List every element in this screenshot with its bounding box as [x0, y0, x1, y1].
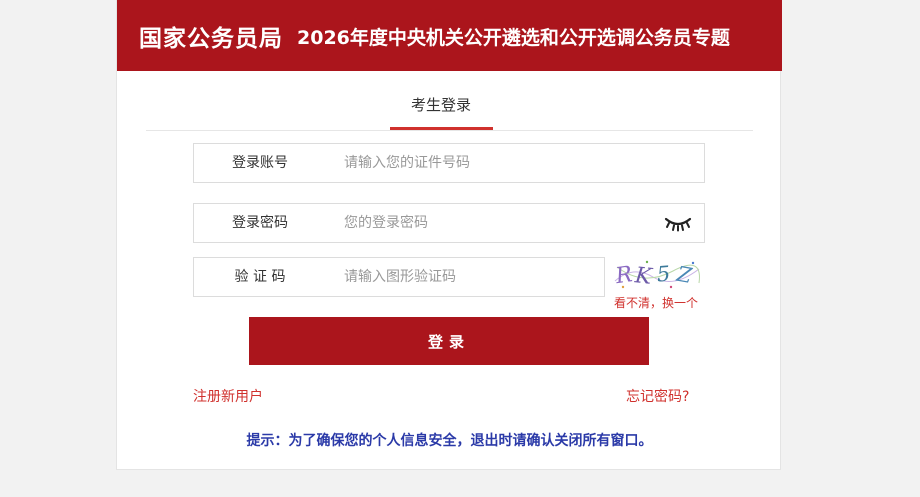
password-field: 登录密码: [193, 203, 705, 243]
captcha-field: 验 证 码: [193, 257, 605, 297]
captcha-refresh-link[interactable]: 看不清，换一个: [614, 294, 698, 311]
security-tip: 提示：为了确保您的个人信息安全，退出时请确认关闭所有窗口。: [246, 433, 653, 449]
tab-divider: [146, 130, 753, 131]
brand-title: 国家公务员局: [139, 26, 283, 52]
register-link[interactable]: 注册新用户: [193, 386, 263, 406]
eye-closed-icon[interactable]: [664, 214, 692, 232]
captcha-input[interactable]: [344, 258, 594, 296]
forgot-password-link[interactable]: 忘记密码?: [626, 386, 689, 406]
header-banner: 国家公务员局 2026年度中央机关公开遴选和公开选调公务员专题: [117, 0, 782, 71]
captcha-image[interactable]: R K 5 Z: [613, 257, 701, 291]
password-input[interactable]: [344, 204, 644, 242]
password-label: 登录密码: [232, 215, 288, 231]
account-label: 登录账号: [232, 155, 288, 171]
login-button[interactable]: 登录: [249, 317, 649, 365]
login-panel: 国家公务员局 2026年度中央机关公开遴选和公开选调公务员专题 考生登录 登录账…: [116, 0, 782, 470]
captcha-label: 验 证 码: [234, 269, 286, 285]
page-subtitle: 2026年度中央机关公开遴选和公开选调公务员专题: [297, 27, 730, 49]
account-field: 登录账号: [193, 143, 705, 183]
captcha-char: 5: [656, 262, 671, 287]
tab-candidate-login[interactable]: 考生登录: [389, 94, 493, 115]
captcha-char: R: [613, 262, 634, 289]
account-input[interactable]: [344, 144, 644, 182]
